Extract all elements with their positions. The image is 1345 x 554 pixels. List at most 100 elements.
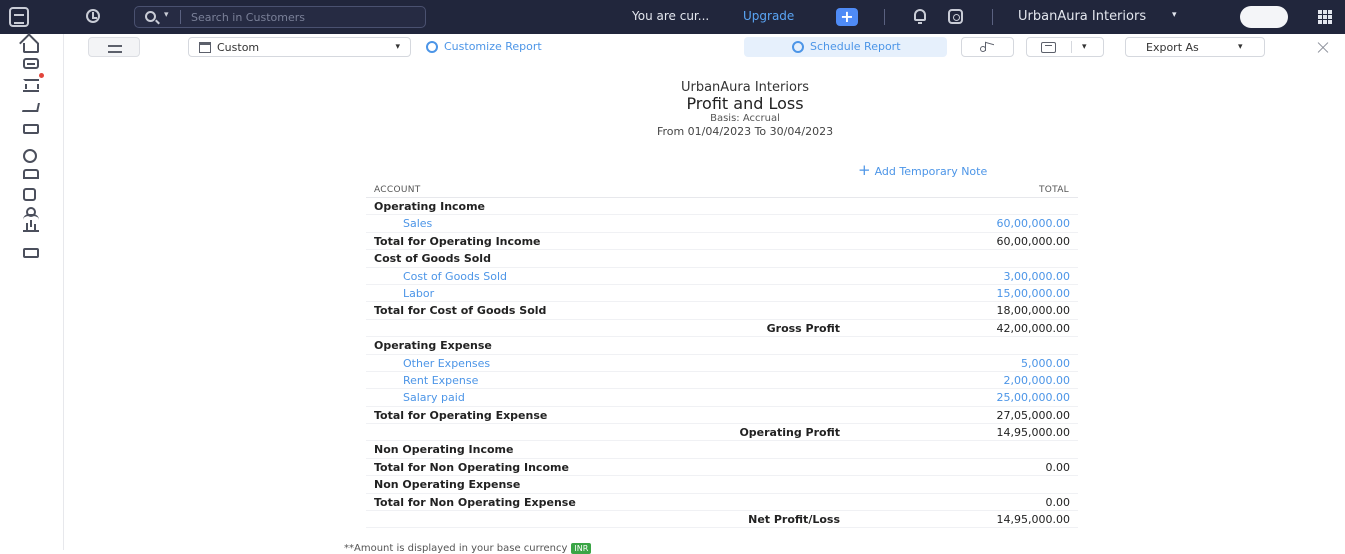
account-amount-link[interactable]: 5,000.00 [1021,357,1070,370]
account-amount-link[interactable]: 2,00,000.00 [1004,374,1070,387]
amount-value: 14,95,000.00 [996,513,1070,527]
gear-icon[interactable] [426,41,438,53]
share-button[interactable] [961,37,1014,57]
documents-folder-icon[interactable] [23,248,39,258]
avatar[interactable] [1240,6,1288,28]
print-button[interactable]: ▾ [1026,37,1104,57]
eway-bill-truck-icon[interactable] [23,169,39,179]
section-heading: Non Operating Expense [374,478,521,492]
amount-value: 60,00,000.00 [996,234,1070,248]
reports-chart-icon[interactable] [23,219,39,232]
summary-label: Gross Profit [766,321,840,335]
table-row: Non Operating Expense [366,476,1078,494]
account-amount-link[interactable]: 25,00,000.00 [997,391,1070,404]
account-link[interactable]: Sales [375,217,432,230]
chevron-down-icon[interactable]: ▾ [164,10,169,20]
organization-switcher[interactable]: UrbanAura Interiors [1018,9,1146,24]
schedule-report-button[interactable]: Schedule Report [744,37,947,57]
total-label: Total for Non Operating Income [374,460,569,474]
account-link[interactable]: Salary paid [375,391,465,404]
footnote-text: **Amount is displayed in your base curre… [344,543,568,554]
chevron-down-icon[interactable]: ▾ [1082,42,1087,52]
chevron-down-icon[interactable]: ▾ [1172,10,1177,20]
table-row: Total for Non Operating Expense 0.00 [366,494,1078,512]
amount-value: 0.00 [1045,495,1071,509]
report-organization: UrbanAura Interiors [680,80,810,95]
account-amount-link[interactable]: 3,00,000.00 [1004,270,1070,283]
section-heading: Operating Income [374,200,486,213]
amount-value: 0.00 [1045,460,1071,474]
toggle-sidebar-button[interactable] [88,37,140,57]
account-link[interactable]: Labor [375,287,434,300]
report-period-select[interactable]: Custom ▾ [188,37,411,57]
table-header-row: ACCOUNT TOTAL [366,181,1078,198]
recent-activity-icon[interactable] [86,9,100,23]
chevron-down-icon: ▾ [395,42,400,52]
search-divider [180,10,181,24]
report-toolbar: Custom ▾ Customize Report Schedule Repor… [64,34,1345,62]
export-as-label: Export As [1146,41,1199,54]
clock-icon [792,41,804,53]
currency-footnote: **Amount is displayed in your base curre… [344,543,592,554]
search-icon[interactable] [145,11,156,22]
account-link[interactable]: Rent Expense [375,374,478,387]
schedule-report-label: Schedule Report [810,40,901,53]
total-label: Total for Operating Expense [374,408,548,422]
customize-report-link[interactable]: Customize Report [444,40,542,53]
close-icon[interactable] [1315,40,1331,56]
sales-cart-icon[interactable] [22,103,40,112]
table-row[interactable]: Rent Expense 2,00,000.00 [366,372,1078,390]
plus-icon: + [858,161,871,179]
report-period-value: Custom [217,41,260,54]
settings-icon[interactable] [948,9,963,24]
total-label: Total for Cost of Goods Sold [374,304,547,318]
account-amount-link[interactable]: 60,00,000.00 [997,217,1070,230]
add-temporary-note-label: Add Temporary Note [874,165,988,178]
amount-value: 42,00,000.00 [996,321,1070,335]
account-link[interactable]: Cost of Goods Sold [375,270,507,283]
table-row: Gross Profit 42,00,000.00 [366,320,1078,338]
account-link[interactable]: Other Expenses [375,357,490,370]
apps-grid-icon[interactable] [1318,10,1332,24]
banking-icon[interactable] [23,79,39,92]
quick-create-button[interactable]: + [836,8,858,26]
total-label: Total for Non Operating Expense [374,495,576,509]
account-amount-link[interactable]: 15,00,000.00 [997,287,1070,300]
calendar-icon [199,42,211,53]
table-row: Non Operating Income [366,441,1078,459]
profit-loss-table: ACCOUNT TOTAL Operating Income Sales 60,00… [366,181,1078,529]
table-row: Operating Income [366,198,1078,216]
table-row[interactable]: Cost of Goods Sold 3,00,000.00 [366,268,1078,285]
section-heading: Cost of Goods Sold [374,252,491,266]
report-basis: Basis: Accrual [710,113,780,124]
table-row[interactable]: Salary paid 25,00,000.00 [366,389,1078,407]
trial-notice: You are cur... [632,9,710,23]
amount-value: 14,95,000.00 [996,426,1070,440]
table-row[interactable]: Labor 15,00,000.00 [366,285,1078,303]
bell-icon[interactable] [914,9,926,24]
top-navigation-bar: ▾ You are cur... Upgrade + UrbanAura Int… [0,0,1345,34]
items-icon[interactable] [23,58,39,69]
report-date-range: From 01/04/2023 To 30/04/2023 [656,125,834,138]
table-row: Cost of Goods Sold [366,250,1078,268]
purchases-bag-icon[interactable] [23,124,39,134]
currency-badge: INR [571,543,592,554]
table-row[interactable]: Other Expenses 5,000.00 [366,355,1078,372]
share-icon [980,43,994,53]
table-row: Total for Operating Income 60,00,000.00 [366,233,1078,251]
documents-icon[interactable] [23,188,36,201]
search-input[interactable] [191,9,411,25]
export-as-button[interactable]: Export As ▾ [1125,37,1265,57]
upgrade-link[interactable]: Upgrade [743,9,794,23]
home-icon[interactable] [23,43,39,53]
section-heading: Non Operating Income [374,443,514,457]
add-temporary-note-link[interactable]: + Add Temporary Note [858,161,987,179]
global-search-box[interactable]: ▾ [134,6,426,28]
notification-dot [39,73,44,78]
table-row: Total for Operating Expense 27,05,000.00 [366,407,1078,425]
topbar-divider [884,9,885,25]
topbar-divider [992,9,993,25]
app-logo-icon[interactable] [9,7,29,27]
time-tracking-icon[interactable] [23,149,37,163]
table-row[interactable]: Sales 60,00,000.00 [366,215,1078,233]
